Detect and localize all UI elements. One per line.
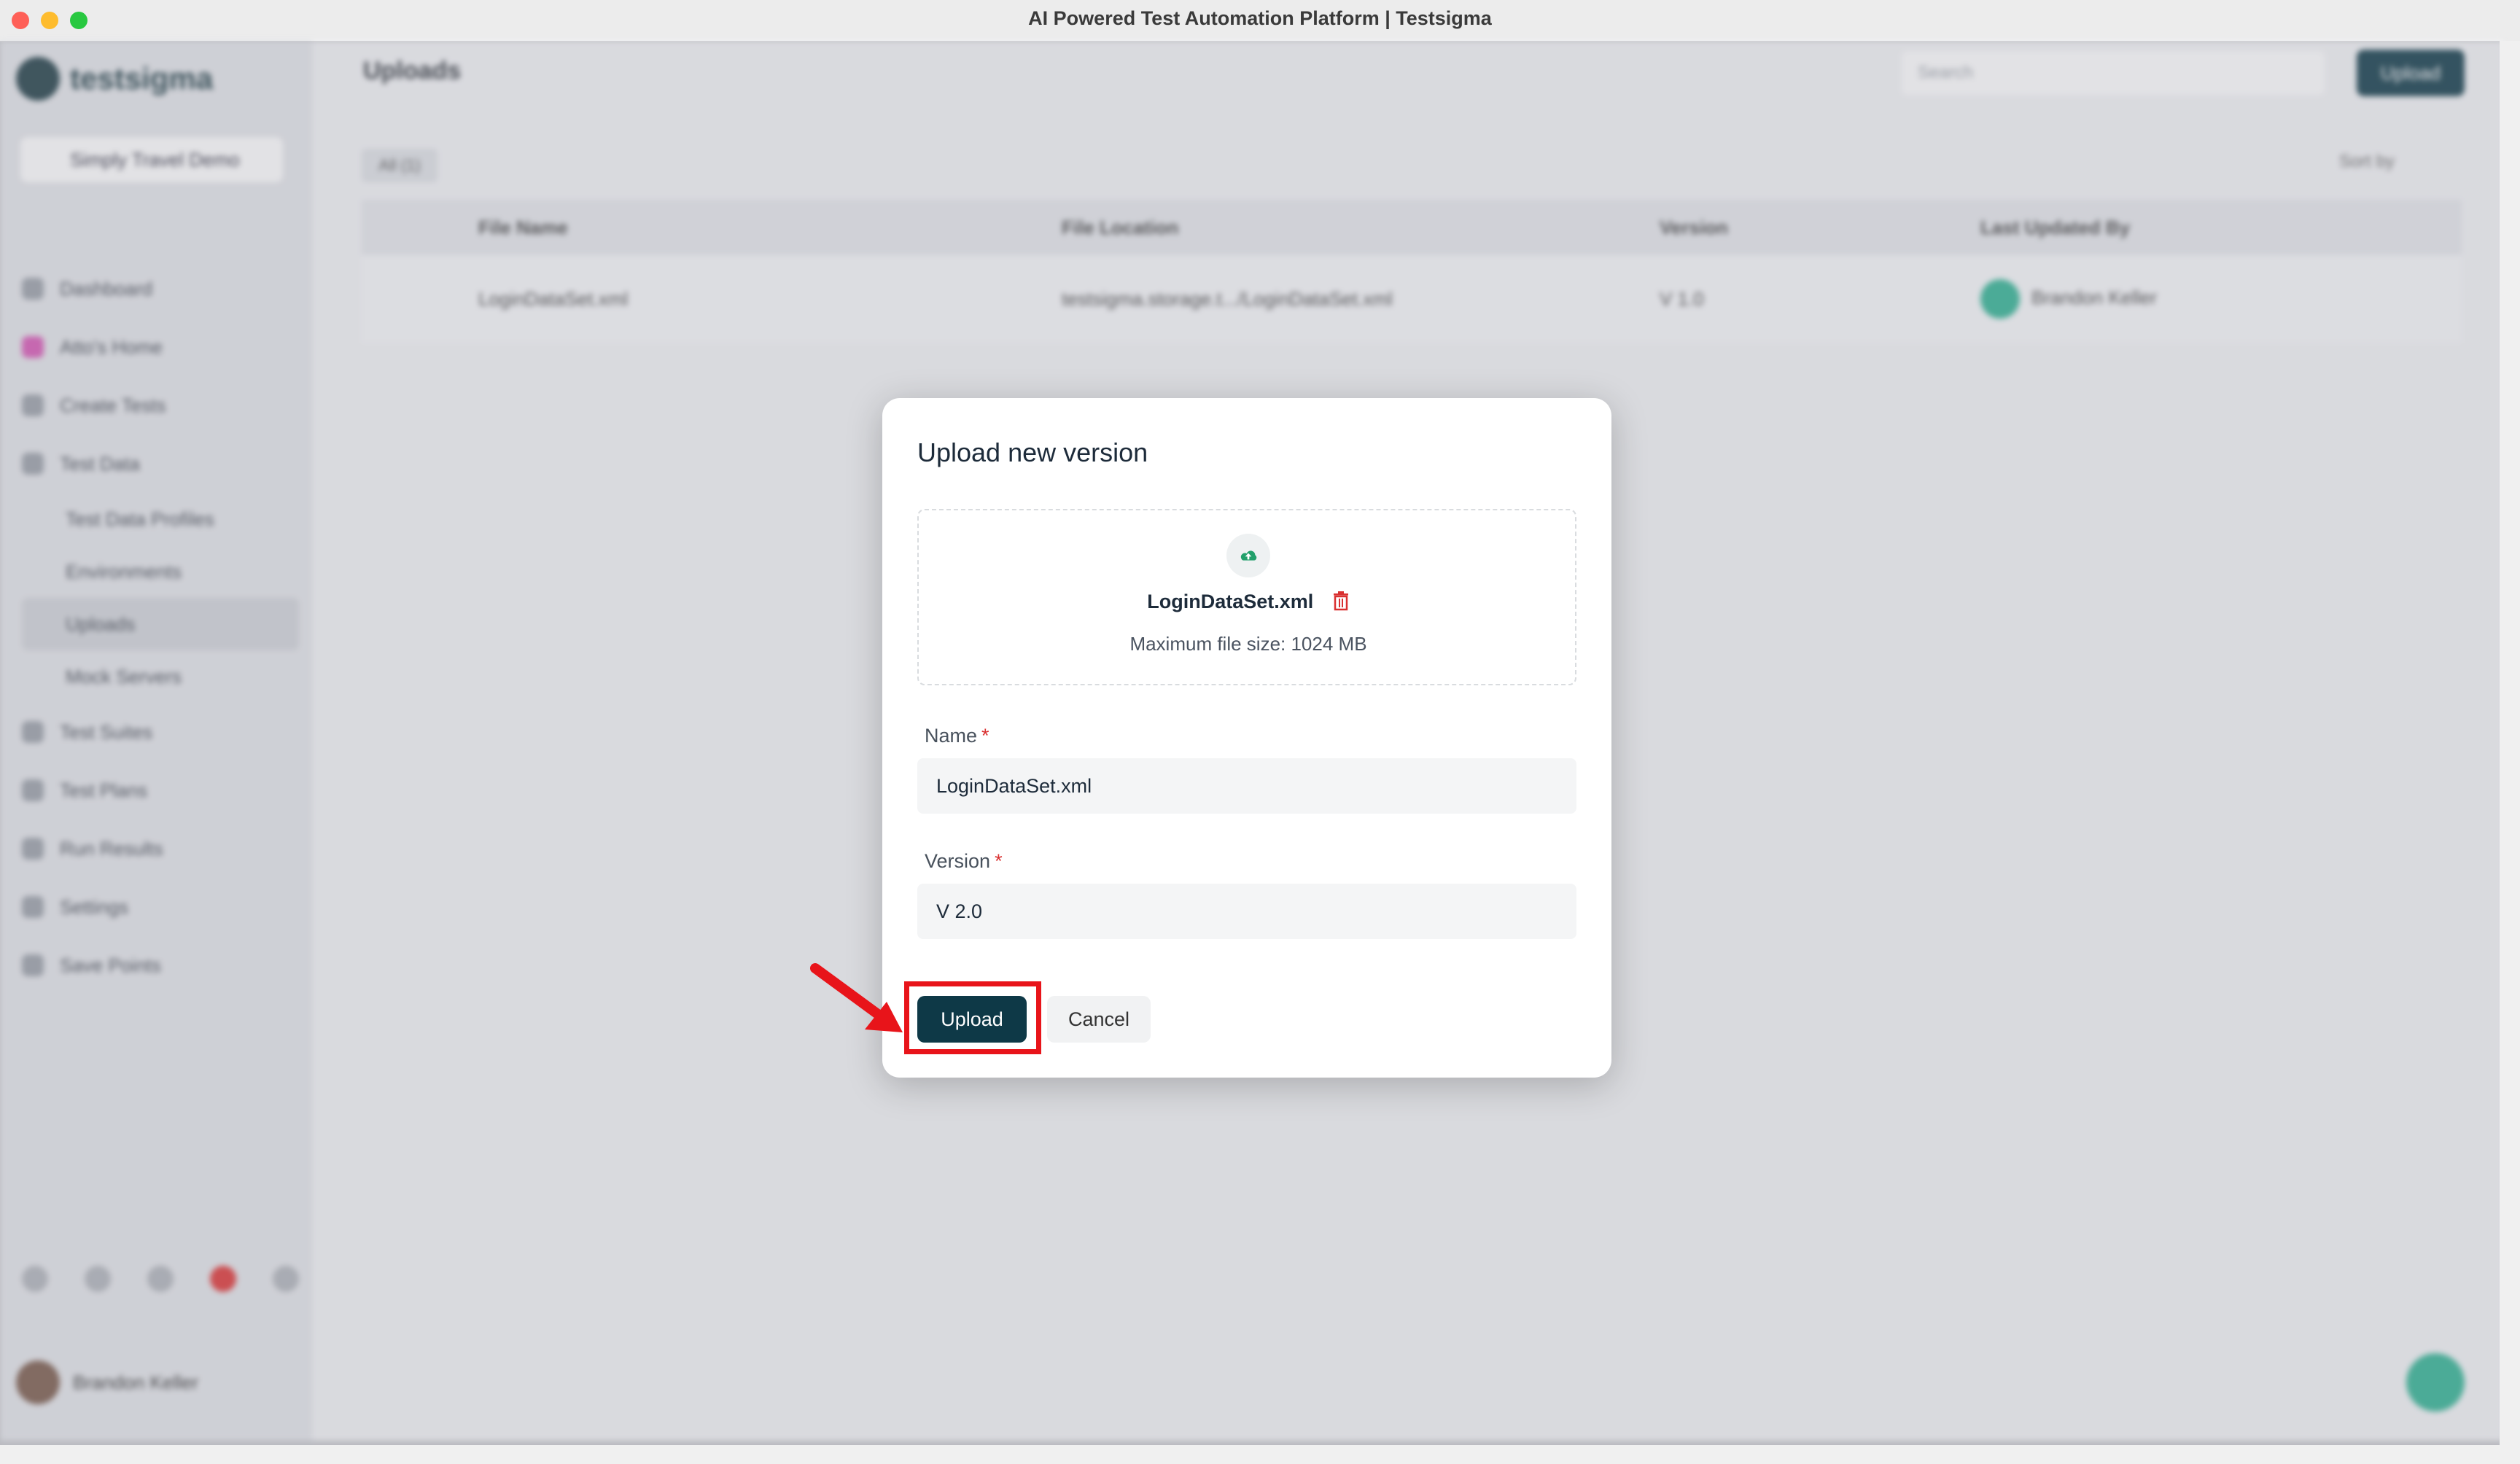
version-label-text: Version xyxy=(925,850,991,872)
window-titlebar: AI Powered Test Automation Platform | Te… xyxy=(0,0,2520,42)
version-label: Version * xyxy=(925,850,1003,873)
trash-icon[interactable] xyxy=(1332,591,1350,616)
cloud-upload-icon xyxy=(1226,534,1270,577)
red-arrow-icon xyxy=(810,963,903,1032)
highlight-box xyxy=(904,981,1041,1054)
name-field[interactable] xyxy=(917,758,1576,814)
version-field[interactable] xyxy=(917,884,1576,939)
max-file-size: Maximum file size: 1024 MB xyxy=(1129,633,1367,655)
file-dropzone[interactable]: LoginDataSet.xml Maximum file size: 1024… xyxy=(917,509,1576,685)
window-title: AI Powered Test Automation Platform | Te… xyxy=(1028,7,1492,29)
window-bottom-edge xyxy=(0,1445,2520,1464)
selected-file-name: LoginDataSet.xml xyxy=(1147,591,1314,612)
name-label: Name * xyxy=(925,725,989,747)
dialog-title: Upload new version xyxy=(917,437,1148,467)
cancel-button[interactable]: Cancel xyxy=(1047,996,1151,1043)
upload-new-version-dialog: Upload new version LoginDataSet.xml Maxi… xyxy=(882,398,1611,1078)
required-mark: * xyxy=(981,725,989,747)
window-right-edge xyxy=(2500,41,2520,1464)
required-mark: * xyxy=(995,850,1003,872)
name-label-text: Name xyxy=(925,725,978,747)
selected-file: LoginDataSet.xml xyxy=(919,591,1578,616)
